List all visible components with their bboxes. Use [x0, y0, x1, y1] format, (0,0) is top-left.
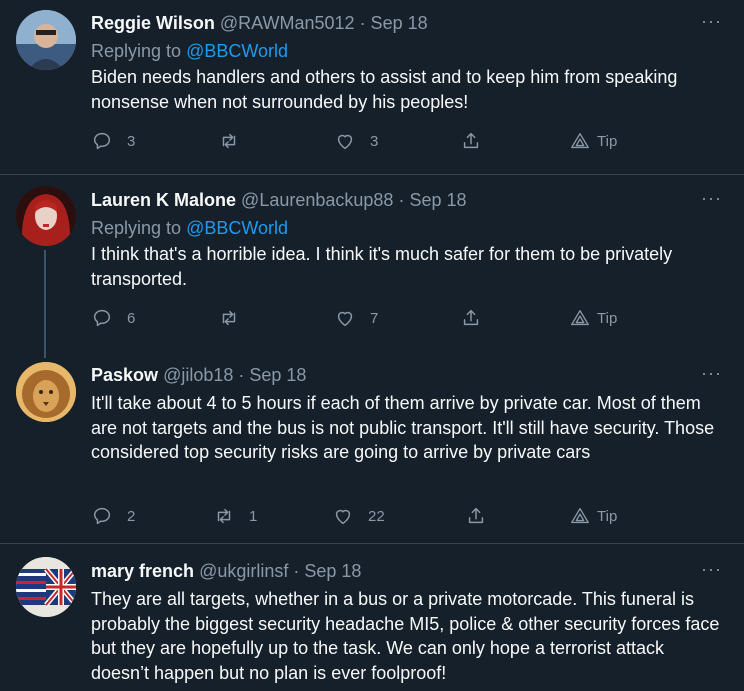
reply-count: 6	[127, 309, 136, 327]
tweet-header: Paskow @jilob18 · Sep 18	[91, 364, 306, 386]
like-icon	[335, 509, 351, 525]
action-bar: 6 7 Tip	[91, 307, 651, 333]
tip-button[interactable]: Tip	[569, 307, 617, 329]
retweet-icon	[222, 133, 236, 149]
reply-button[interactable]: 6	[91, 307, 135, 329]
tweet-text: It'll take about 4 to 5 hours if each of…	[91, 393, 715, 462]
tip-label: Tip	[597, 507, 618, 525]
share-icon	[468, 507, 484, 524]
retweet-icon	[217, 508, 231, 524]
mention-link[interactable]: @BBCWorld	[186, 218, 288, 238]
tip-label: Tip	[597, 309, 618, 327]
reply-button[interactable]: 2	[91, 505, 135, 527]
like-count: 7	[370, 309, 379, 327]
tweet-date[interactable]: · Sep 18	[293, 561, 361, 581]
tweet-text: They are all targets, whether in a bus o…	[91, 589, 720, 683]
author-name[interactable]: Paskow	[91, 365, 158, 385]
author-name[interactable]: Reggie Wilson	[91, 13, 215, 33]
tip-button[interactable]: Tip	[569, 505, 617, 527]
tweet-text: Biden needs handlers and others to assis…	[91, 67, 678, 112]
action-bar: 2 1 22 Tip	[91, 505, 651, 531]
share-button[interactable]	[460, 130, 482, 152]
replying-prefix: Replying to	[91, 41, 187, 61]
tweet-header: mary french @ukgirlinsf · Sep 18	[91, 560, 361, 582]
author-name[interactable]: Lauren K Malone	[91, 190, 236, 210]
avatar-reggie-wilson[interactable]	[16, 10, 76, 70]
share-button[interactable]	[460, 307, 482, 329]
reply-count: 3	[127, 132, 136, 150]
author-handle[interactable]: @RAWMan5012	[220, 13, 355, 33]
tweet-date[interactable]: · Sep 18	[238, 365, 306, 385]
more-icon[interactable]: ···	[701, 362, 722, 384]
share-icon	[463, 309, 479, 326]
retweet-icon	[222, 310, 236, 326]
tweet-text: I think that's a horrible idea. I think …	[91, 244, 673, 289]
like-count: 22	[368, 507, 385, 525]
like-icon	[337, 134, 353, 150]
tip-icon	[571, 132, 589, 149]
avatar-lauren-k-malone[interactable]	[16, 186, 76, 246]
like-icon	[337, 311, 353, 327]
avatar-mary-french[interactable]	[16, 557, 76, 617]
replying-prefix: Replying to	[91, 218, 187, 238]
reply-icon	[93, 309, 111, 327]
author-handle[interactable]: @ukgirlinsf	[199, 561, 288, 581]
tweet-date[interactable]: · Sep 18	[398, 190, 466, 210]
like-button[interactable]: 22	[332, 505, 385, 527]
avatar-paskow[interactable]	[16, 362, 76, 422]
tweet-reggie-wilson[interactable]: Reggie Wilson @RAWMan5012 · Sep 18 ··· R…	[0, 0, 744, 175]
replying-to: Replying to @BBCWorld	[91, 217, 288, 239]
tip-icon	[571, 507, 589, 524]
reply-count: 2	[127, 507, 136, 525]
retweet-button[interactable]: 1	[213, 505, 257, 527]
tweet-date[interactable]: · Sep 18	[360, 13, 428, 33]
more-icon[interactable]: ···	[701, 187, 722, 209]
author-name[interactable]: mary french	[91, 561, 194, 581]
tweet-mary-french[interactable]: mary french @ukgirlinsf · Sep 18 ··· The…	[0, 544, 744, 691]
share-icon	[463, 132, 479, 149]
tweet-header: Reggie Wilson @RAWMan5012 · Sep 18	[91, 12, 428, 34]
tip-button[interactable]: Tip	[569, 130, 617, 152]
action-bar: 3 3 Tip	[91, 130, 651, 156]
more-icon[interactable]: ···	[701, 10, 722, 32]
tip-icon	[571, 309, 589, 326]
like-button[interactable]: 3	[334, 130, 378, 152]
retweet-button[interactable]	[218, 307, 254, 329]
retweet-count: 1	[249, 507, 258, 525]
retweet-button[interactable]	[218, 130, 254, 152]
share-button[interactable]	[465, 505, 487, 527]
author-handle[interactable]: @Laurenbackup88	[241, 190, 393, 210]
reply-icon	[93, 132, 111, 150]
more-icon[interactable]: ···	[701, 558, 722, 580]
replying-to: Replying to @BBCWorld	[91, 40, 288, 62]
mention-link[interactable]: @BBCWorld	[186, 41, 288, 61]
tweet-lauren-k-malone[interactable]: Lauren K Malone @Laurenbackup88 · Sep 18…	[0, 175, 744, 355]
tweet-paskow[interactable]: Paskow @jilob18 · Sep 18 ··· It'll take …	[0, 358, 744, 543]
reply-icon	[93, 507, 111, 525]
tip-label: Tip	[597, 132, 618, 150]
author-handle[interactable]: @jilob18	[163, 365, 233, 385]
like-button[interactable]: 7	[334, 307, 378, 329]
tweet-header: Lauren K Malone @Laurenbackup88 · Sep 18	[91, 189, 467, 211]
like-count: 3	[370, 132, 379, 150]
reply-button[interactable]: 3	[91, 130, 135, 152]
